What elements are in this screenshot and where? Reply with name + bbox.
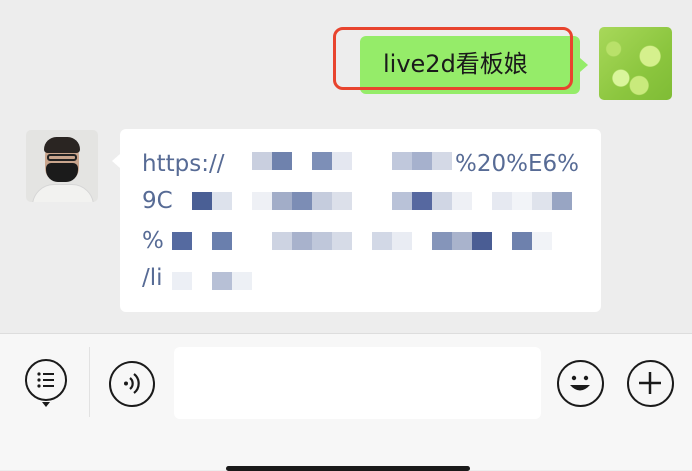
message-input[interactable] xyxy=(174,347,541,419)
menu-caret-icon xyxy=(42,402,50,407)
list-menu-icon[interactable] xyxy=(25,359,67,401)
link-line-2[interactable]: 9C xyxy=(142,186,173,216)
link-line-4[interactable]: /li xyxy=(142,263,163,293)
voice-icon[interactable] xyxy=(109,361,155,407)
link-line-1-tail[interactable]: %20%E6% xyxy=(455,149,579,179)
link-line-3[interactable]: % xyxy=(142,226,164,256)
my-avatar[interactable] xyxy=(599,27,672,100)
plus-icon[interactable] xyxy=(627,360,674,407)
emoji-icon[interactable] xyxy=(557,360,604,407)
toolbar-divider xyxy=(89,347,90,417)
link-line-1[interactable]: https:// xyxy=(142,149,224,179)
annotation-highlight-box xyxy=(333,27,573,90)
contact-avatar[interactable] xyxy=(26,130,98,202)
home-indicator xyxy=(226,466,470,471)
